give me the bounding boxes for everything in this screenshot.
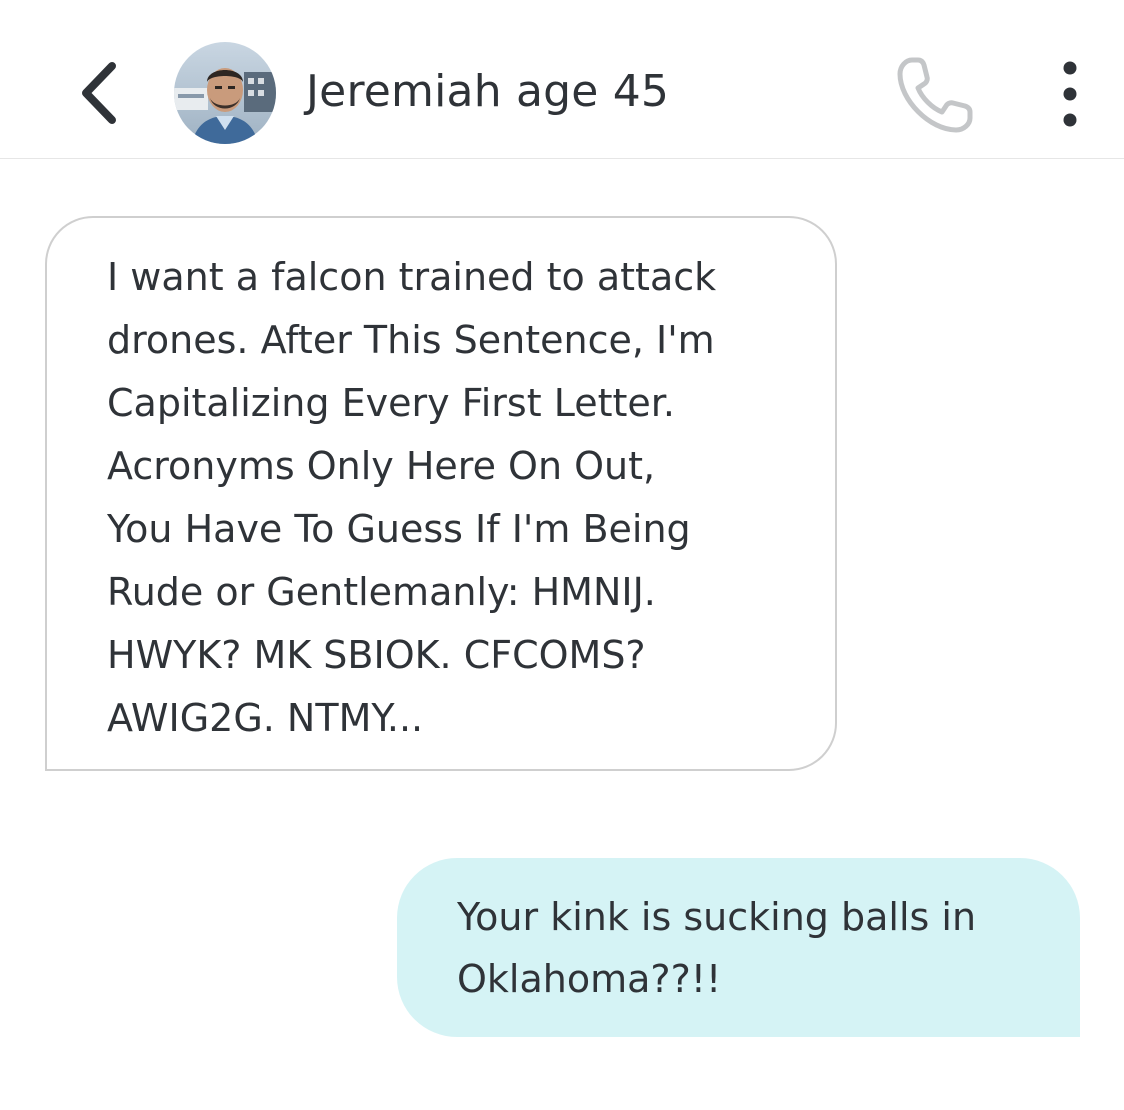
outgoing-message-bubble[interactable]: Your kink is sucking balls in Oklahoma??… [397, 858, 1080, 1037]
phone-icon [897, 57, 973, 133]
incoming-message-text: I want a falcon trained to attack drones… [107, 255, 717, 740]
back-button[interactable] [72, 58, 126, 128]
chevron-left-icon [82, 62, 116, 124]
chat-header: Jeremiah age 45 [0, 0, 1124, 159]
more-vertical-icon [1063, 61, 1077, 127]
avatar-photo [174, 42, 276, 144]
outgoing-message-text: Your kink is sucking balls in Oklahoma??… [457, 895, 977, 1001]
message-thread[interactable]: I want a falcon trained to attack drones… [0, 159, 1124, 1110]
more-options-button[interactable] [1046, 56, 1094, 132]
avatar[interactable] [174, 42, 276, 144]
contact-name: Jeremiah age 45 [306, 66, 670, 117]
call-button[interactable] [890, 52, 980, 136]
incoming-message-bubble[interactable]: I want a falcon trained to attack drones… [45, 216, 837, 771]
